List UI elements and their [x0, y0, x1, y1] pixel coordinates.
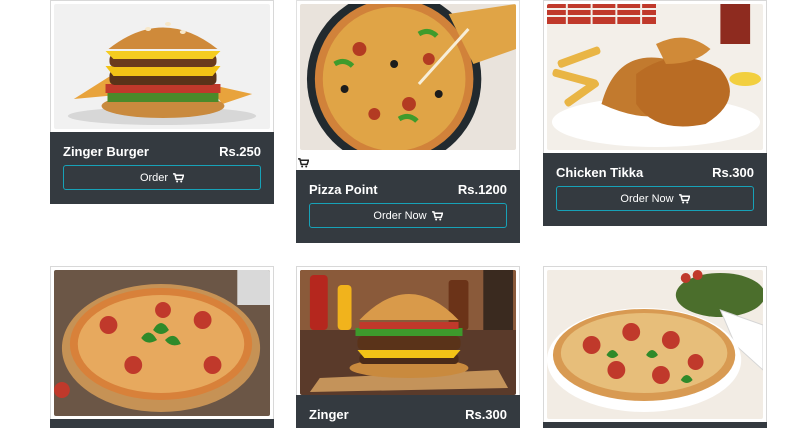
product-price: Rs.300	[712, 165, 754, 180]
card-info-panel: Zinger Burger Rs.250 Order	[50, 132, 274, 204]
product-card: Zinger Burger Rs.250 Order	[50, 0, 274, 204]
product-name: Pizza Point	[309, 182, 378, 197]
order-button-label: Order Now	[373, 209, 427, 222]
product-card	[543, 266, 767, 428]
product-price: Rs.1200	[457, 182, 507, 197]
product-card: Chicken Tikka Rs.300 Order Now	[543, 0, 767, 226]
order-now-button[interactable]: Order Now	[556, 186, 754, 211]
burger-image	[54, 4, 270, 129]
card-info-panel	[543, 422, 767, 428]
product-card	[50, 266, 274, 428]
product-price: Rs.250	[219, 144, 261, 159]
cart-icon	[678, 193, 690, 203]
pizza-image	[54, 270, 270, 416]
card-info-panel: Zinger Rs.300	[296, 395, 520, 428]
card-info-panel	[50, 419, 274, 428]
order-button-label: Order	[139, 171, 169, 184]
burger-image	[300, 270, 516, 395]
product-card: Pizza Point Rs.1200 Order Now	[296, 0, 520, 243]
order-button[interactable]: Order	[63, 165, 261, 190]
pizza-image	[300, 4, 516, 150]
product-name: Chicken Tikka	[556, 165, 644, 180]
order-button-label: Order Now	[620, 192, 674, 205]
pizza-image	[547, 270, 763, 419]
cart-icon	[298, 158, 309, 168]
cart-icon	[173, 172, 185, 182]
product-name: Zinger	[309, 407, 349, 422]
card-info-panel: Pizza Point Rs.1200 Order Now	[296, 170, 520, 243]
product-price: Rs.300	[465, 407, 507, 422]
product-name: Zinger Burger	[63, 144, 149, 159]
card-info-panel: Chicken Tikka Rs.300 Order Now	[543, 153, 767, 226]
cart-icon	[431, 210, 443, 220]
order-now-button[interactable]: Order Now	[309, 203, 507, 228]
product-card: Zinger Rs.300	[296, 266, 520, 428]
fried-chicken-image	[547, 4, 763, 150]
